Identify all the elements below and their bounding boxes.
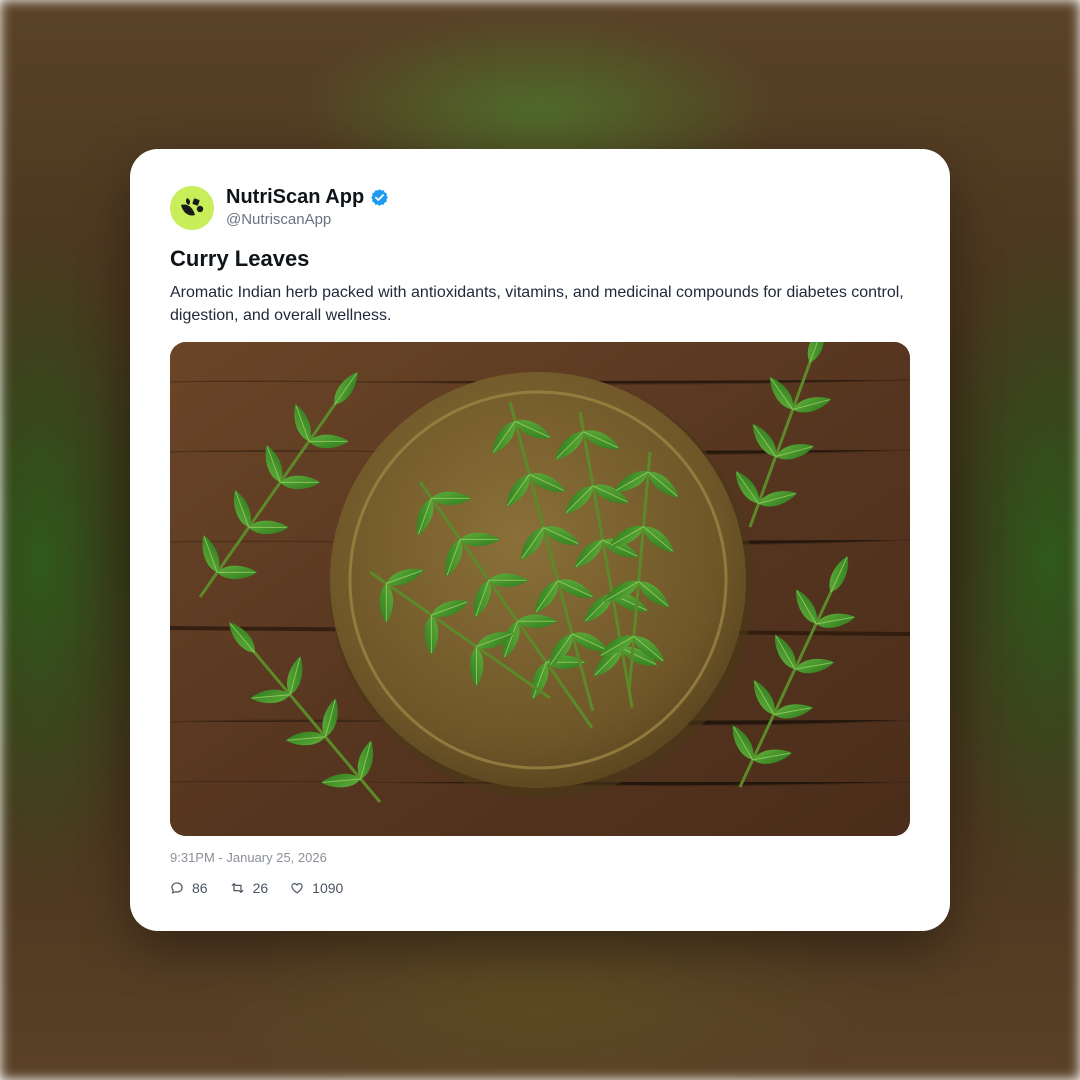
engagement-bar: 86 26 1090 <box>170 880 365 896</box>
leaf-logo-icon <box>181 197 204 216</box>
author-names: NutriScan App @NutriscanApp <box>226 185 389 230</box>
like-count: 1090 <box>312 880 344 896</box>
repost-count: 26 <box>252 880 269 896</box>
post-description: Aromatic Indian herb packed with antioxi… <box>170 284 904 324</box>
repost-button[interactable]: 26 <box>230 880 269 896</box>
verified-badge-icon <box>371 188 388 206</box>
repost-icon <box>231 883 243 893</box>
post-card: NutriScan App @NutriscanApp Curry Leaves… <box>130 149 950 931</box>
post-title: Curry Leaves <box>170 246 310 271</box>
reply-button[interactable]: 86 <box>170 880 208 896</box>
handle[interactable]: @NutriscanApp <box>226 210 389 230</box>
heart-icon <box>291 883 303 894</box>
reply-count: 86 <box>192 880 208 896</box>
like-button[interactable]: 1090 <box>290 880 343 896</box>
avatar[interactable] <box>170 185 214 230</box>
comment-icon <box>171 882 183 894</box>
post-timestamp[interactable]: 9:31PM - January 25, 2026 <box>170 850 327 865</box>
post-header: NutriScan App @NutriscanApp <box>170 185 389 230</box>
post-image[interactable] <box>170 342 910 836</box>
curry-leaves-photo <box>170 342 910 836</box>
display-name[interactable]: NutriScan App <box>226 185 364 209</box>
